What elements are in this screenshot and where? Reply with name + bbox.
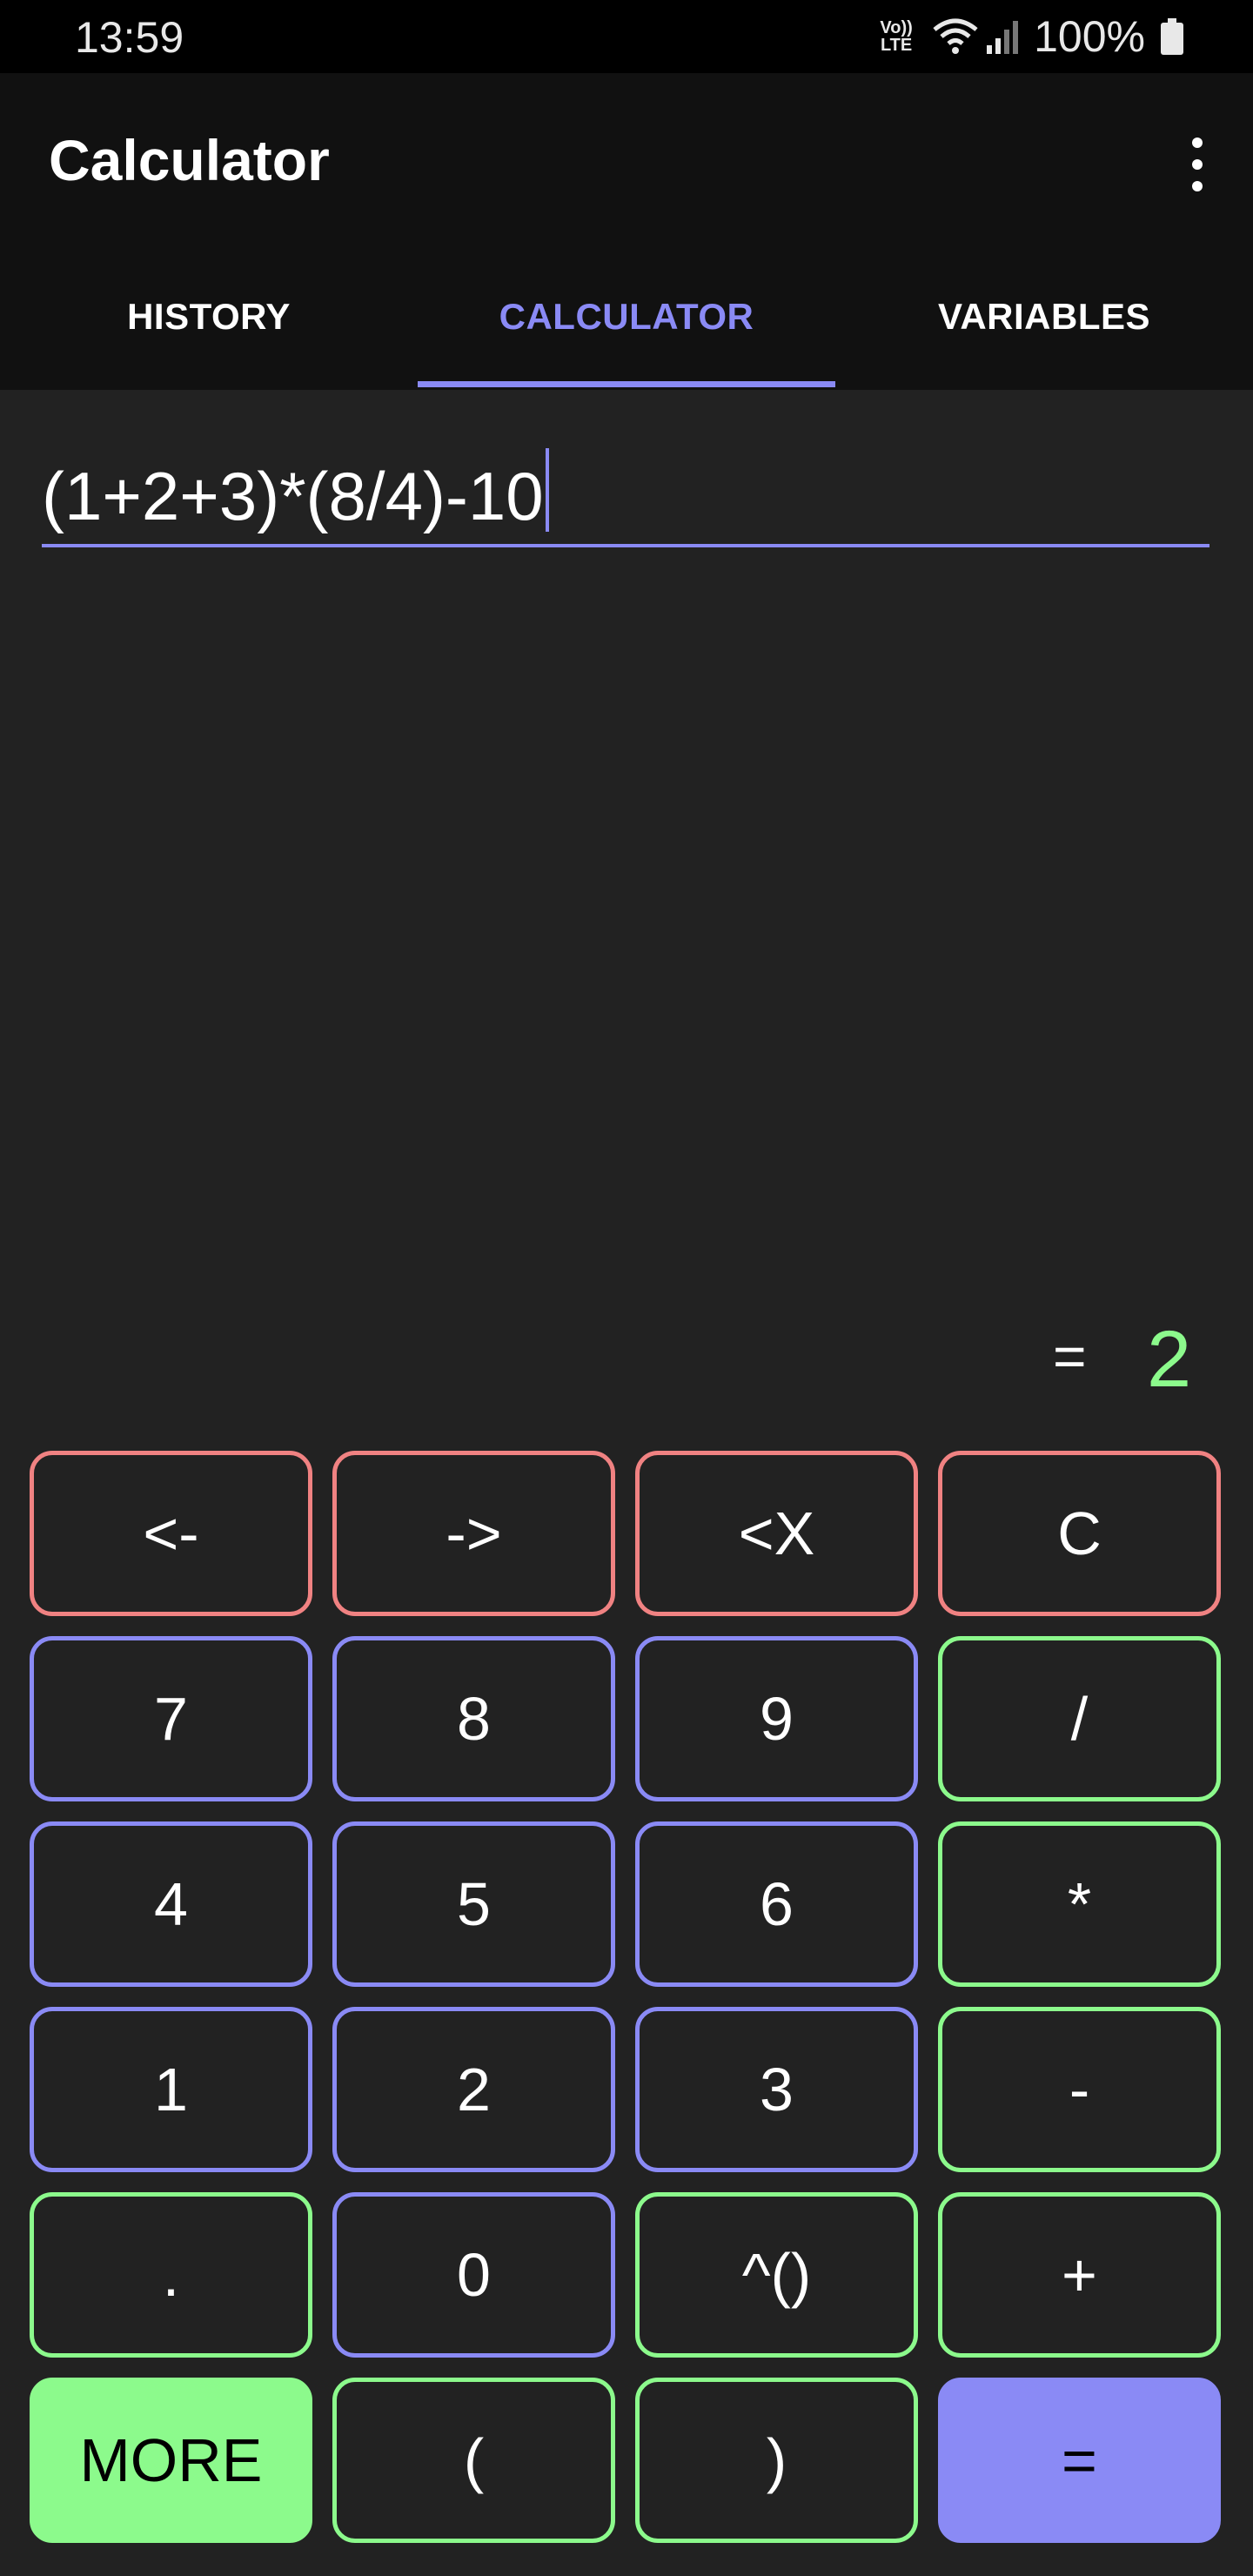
close-paren-button[interactable]: )	[635, 2378, 918, 2543]
digit-7-button[interactable]: 7	[30, 1636, 312, 1801]
add-button[interactable]: +	[938, 2192, 1221, 2358]
backspace-button[interactable]: <X	[635, 1451, 918, 1616]
digit-1-button[interactable]: 1	[30, 2007, 312, 2172]
clear-button[interactable]: C	[938, 1451, 1221, 1616]
digit-4-button[interactable]: 4	[30, 1821, 312, 1987]
digit-0-button[interactable]: 0	[332, 2192, 615, 2358]
multiply-button[interactable]: *	[938, 1821, 1221, 1987]
digit-9-button[interactable]: 9	[635, 1636, 918, 1801]
digit-2-button[interactable]: 2	[332, 2007, 615, 2172]
status-bar: 13:59 Vo)) LTE 100%	[0, 0, 1253, 73]
decimal-point-button[interactable]: .	[30, 2192, 312, 2358]
wifi-icon	[933, 18, 978, 54]
tab-indicator	[418, 381, 835, 387]
digit-8-button[interactable]: 8	[332, 1636, 615, 1801]
tab-bar: HISTORY CALCULATOR VARIABLES	[0, 244, 1253, 390]
cursor-left-button[interactable]: <-	[30, 1451, 312, 1616]
power-button[interactable]: ^()	[635, 2192, 918, 2358]
status-icons: Vo)) LTE 100%	[875, 12, 1183, 61]
text-cursor	[545, 448, 549, 532]
expression-input[interactable]: (1+2+3)*(8/4)-10	[42, 448, 1209, 547]
result-value: 2	[1147, 1315, 1192, 1404]
digit-3-button[interactable]: 3	[635, 2007, 918, 2172]
open-paren-button[interactable]: (	[332, 2378, 615, 2543]
digit-6-button[interactable]: 6	[635, 1821, 918, 1987]
tab-calculator[interactable]: CALCULATOR	[418, 244, 835, 390]
signal-icon	[987, 21, 1019, 54]
more-button[interactable]: MORE	[30, 2378, 312, 2543]
cursor-right-button[interactable]: ->	[332, 1451, 615, 1616]
equals-button[interactable]: =	[938, 2378, 1221, 2543]
app-title: Calculator	[49, 128, 330, 192]
tab-variables[interactable]: VARIABLES	[835, 244, 1253, 390]
subtract-button[interactable]: -	[938, 2007, 1221, 2172]
status-time: 13:59	[75, 13, 184, 62]
expression-text: (1+2+3)*(8/4)-10	[42, 458, 544, 534]
digit-5-button[interactable]: 5	[332, 1821, 615, 1987]
result-equals-sign: =	[1053, 1324, 1087, 1388]
volte-icon: Vo)) LTE	[880, 18, 913, 55]
more-options-icon[interactable]	[1176, 125, 1218, 204]
tab-history[interactable]: HISTORY	[0, 244, 418, 390]
battery-percent: 100%	[1034, 12, 1145, 61]
divide-button[interactable]: /	[938, 1636, 1221, 1801]
battery-icon	[1161, 18, 1183, 55]
